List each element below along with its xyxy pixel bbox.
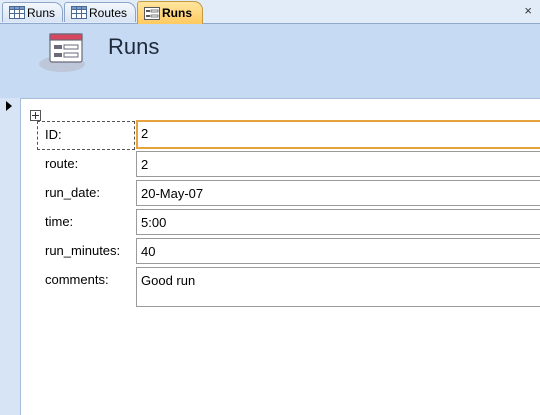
id-field[interactable]: 2 bbox=[136, 120, 540, 149]
tab-label: Runs bbox=[162, 6, 192, 20]
run-date-field[interactable]: 20-May-07 bbox=[136, 180, 540, 206]
time-field[interactable]: 5:00 bbox=[136, 209, 540, 235]
id-label: ID: bbox=[45, 127, 62, 142]
run-minutes-field[interactable]: 40 bbox=[136, 238, 540, 264]
comments-field[interactable]: Good run bbox=[136, 267, 540, 307]
document-tab-strip: Runs Routes Runs × bbox=[0, 0, 540, 24]
run-date-label: run_date: bbox=[45, 185, 100, 200]
close-icon[interactable]: × bbox=[524, 3, 532, 19]
form-header: Runs bbox=[0, 24, 540, 98]
form-icon bbox=[38, 31, 94, 75]
current-record-arrow-icon bbox=[6, 101, 12, 111]
comments-label: comments: bbox=[45, 272, 109, 287]
form-title: Runs bbox=[108, 34, 160, 59]
record-selector[interactable] bbox=[0, 98, 21, 415]
tab-label: Runs bbox=[27, 5, 56, 20]
tab-runs-table[interactable]: Runs bbox=[2, 2, 63, 22]
tab-label: Routes bbox=[89, 5, 128, 20]
table-icon bbox=[71, 6, 87, 19]
move-handle-icon[interactable] bbox=[30, 110, 41, 121]
route-label: route: bbox=[45, 156, 79, 171]
tab-runs-form[interactable]: Runs bbox=[137, 1, 203, 24]
table-icon bbox=[9, 6, 25, 19]
form-icon bbox=[144, 6, 160, 20]
tab-routes-table[interactable]: Routes bbox=[64, 2, 136, 22]
form-detail-section: ID: 2 route: 2 run_date: 20-May-07 time:… bbox=[21, 99, 540, 415]
run-minutes-label: run_minutes: bbox=[45, 243, 121, 258]
time-label: time: bbox=[45, 214, 74, 229]
route-field[interactable]: 2 bbox=[136, 151, 540, 177]
